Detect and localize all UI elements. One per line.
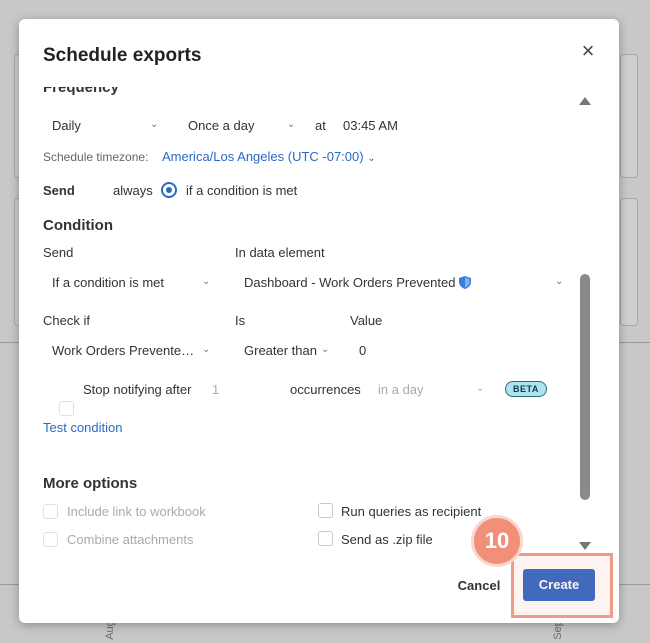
combine-attachments-checkbox[interactable] [43,532,58,547]
condition-send-select[interactable]: If a condition is met [52,275,164,290]
window-select[interactable]: in a day [378,382,424,397]
send-condition-radio[interactable] [161,182,177,198]
dialog-title: Schedule exports [43,45,202,66]
data-element-select[interactable]: Dashboard - Work Orders Prevented [244,275,472,290]
value-label: Value [350,313,383,328]
close-button[interactable]: × [578,40,598,62]
data-element-label: In data element [235,245,325,260]
send-always-option[interactable]: always [113,183,153,198]
chevron-down-icon: ⌄ [321,344,330,355]
timezone-label: Schedule timezone: [43,150,149,164]
condition-send-label: Send [43,245,74,260]
frequency-repeat-value: Once a day [188,118,255,133]
run-as-recipient-label: Run queries as recipient [341,504,482,519]
operator-value: Greater than [244,343,317,358]
stop-count-input[interactable]: 1 [212,382,219,397]
check-if-select[interactable]: Work Orders Prevente… [52,343,194,358]
stop-notifying-label: Stop notifying after [83,382,192,397]
frequency-period-value: Daily [52,118,81,133]
send-zip-label: Send as .zip file [341,532,433,547]
send-condition-option[interactable]: if a condition is met [186,183,297,198]
data-element-value: Dashboard - Work Orders Prevented [244,275,456,290]
send-zip-checkbox[interactable] [318,531,333,546]
send-mode-label: Send [43,183,75,198]
step-highlight-box [511,553,613,618]
bg-axis-label: Sep [551,620,564,640]
condition-send-value: If a condition is met [52,275,164,290]
chevron-down-icon: ⌄ [150,119,159,130]
bg-card [620,54,638,178]
bg-axis-label: Aug [103,620,116,640]
beta-badge: BETA [505,381,547,397]
dialog-body[interactable]: Frequency Daily ⌄ Once a day ⌄ at 03:45 … [19,87,619,565]
shield-icon [459,276,472,289]
frequency-period-select[interactable]: Daily [52,118,81,133]
at-label: at [315,118,326,133]
chevron-down-icon: ⌄ [202,276,211,287]
operator-select[interactable]: Greater than [244,343,317,358]
include-link-label: Include link to workbook [67,504,206,519]
scrollbar-thumb[interactable] [580,274,590,500]
chevron-down-icon: ⌄ [287,119,296,130]
chevron-down-icon: ⌄ [476,383,485,394]
frequency-repeat-select[interactable]: Once a day [188,118,255,133]
scroll-up-arrow-icon[interactable] [579,97,591,105]
bg-card [620,198,638,326]
more-options-heading: More options [43,475,138,492]
cancel-button[interactable]: Cancel [447,571,511,601]
threshold-input[interactable]: 0 [359,343,366,358]
check-if-value: Work Orders Prevente… [52,343,195,358]
include-link-checkbox[interactable] [43,504,58,519]
frequency-heading: Frequency [43,87,119,96]
window-value: in a day [378,382,424,397]
check-if-label: Check if [43,313,90,328]
stop-notifying-checkbox[interactable] [59,401,74,416]
chevron-down-icon: ⌄ [367,153,376,164]
scroll-down-arrow-icon[interactable] [579,542,591,550]
is-label: Is [235,313,246,328]
test-condition-link[interactable]: Test condition [43,420,123,435]
timezone-value: America/Los Angeles (UTC -07:00) [162,149,364,164]
combine-attachments-label: Combine attachments [67,532,194,547]
time-input[interactable]: 03:45 AM [343,118,398,133]
condition-heading: Condition [43,217,113,234]
schedule-exports-dialog: Schedule exports × Frequency Daily ⌄ Onc… [19,19,619,623]
run-as-recipient-checkbox[interactable] [318,503,333,518]
occurrences-label: occurrences [290,382,361,397]
chevron-down-icon: ⌄ [555,276,564,287]
timezone-select[interactable]: America/Los Angeles (UTC -07:00) ⌄ [162,149,376,164]
chevron-down-icon: ⌄ [202,344,211,355]
step-number-badge: 10 [471,515,523,567]
